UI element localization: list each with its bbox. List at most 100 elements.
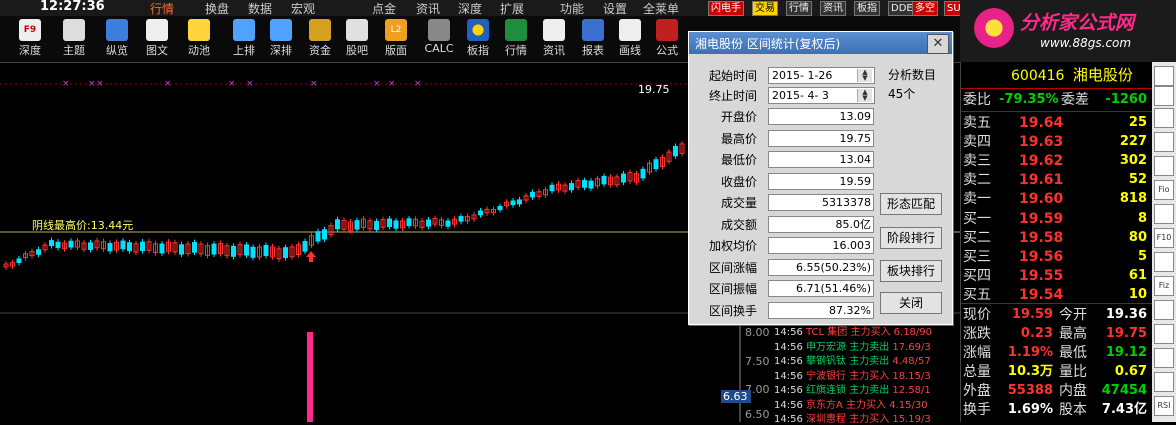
toolbar-report-button[interactable]: 报表: [575, 16, 611, 62]
toolbar-formula-button[interactable]: 公式: [649, 16, 685, 62]
tag-flash-trader[interactable]: 闪电手: [708, 1, 744, 16]
menu-item-switch[interactable]: 换盘: [205, 0, 229, 17]
stat-row: 换手 1.69% 股本 7.43亿: [963, 400, 1151, 420]
bid-row[interactable]: 买三 19.56 5: [963, 247, 1151, 267]
divider: [961, 88, 1153, 89]
menu-item-all[interactable]: 全莱单: [643, 0, 679, 17]
toolbar-pool-button[interactable]: 动池: [181, 16, 217, 62]
ask-row[interactable]: 卖一 19.60 818: [963, 189, 1151, 209]
trade-row[interactable]: 14:56 攀钢钒钛 主力卖出 4.48/57: [774, 352, 931, 367]
strip-tool-icon[interactable]: [1154, 300, 1174, 320]
bid-row[interactable]: 买四 19.55 61: [963, 266, 1151, 286]
strip-button[interactable]: Fiz: [1154, 276, 1174, 296]
book-volume: 5: [1137, 249, 1147, 264]
strip-tool-icon[interactable]: [1154, 252, 1174, 272]
toolbar-sector-index-button[interactable]: 板指: [460, 16, 496, 62]
candle: [374, 221, 379, 230]
ask-row[interactable]: 卖三 19.62 302: [963, 151, 1151, 171]
menu-item-macro[interactable]: 宏观: [291, 0, 315, 17]
trade-row[interactable]: 14:56 红旗连锁 主力卖出 12.58/1: [774, 381, 931, 396]
strip-tool-icon[interactable]: [1154, 324, 1174, 344]
menu-item-depth[interactable]: 深度: [458, 0, 482, 17]
tag-long-short[interactable]: 多空: [912, 1, 938, 16]
strip-button[interactable]: RSI: [1154, 396, 1174, 416]
trade-row[interactable]: 14:56 京东方A 主力买入 4.15/30: [774, 396, 928, 411]
strip-tool-icon[interactable]: [1154, 86, 1174, 106]
calculator-icon: [428, 19, 450, 41]
stat-value: 55388: [1007, 383, 1053, 398]
end-time-field[interactable]: 2015- 4- 3 ▲ ▼: [768, 87, 875, 104]
book-volume: 8: [1137, 211, 1147, 226]
close-button[interactable]: 关闭: [880, 292, 942, 314]
tag-quote[interactable]: 行情: [786, 1, 812, 16]
stage-rank-button[interactable]: 阶段排行: [880, 227, 942, 249]
candle: [588, 180, 594, 189]
spin-arrows-icon[interactable]: ▲ ▼: [857, 69, 872, 82]
trade-action: 主力卖出: [849, 385, 890, 396]
candle: [653, 159, 659, 170]
trade-row[interactable]: 14:56 深圳惠程 主力买入 15.19/3: [774, 410, 931, 425]
toolbar-news-button[interactable]: 资讯: [536, 16, 572, 62]
trade-row[interactable]: 14:56 宁波银行 主力买入 18.15/3: [774, 367, 931, 382]
trade-time: 14:56: [774, 356, 803, 367]
bid-row[interactable]: 买五 19.54 10: [963, 285, 1151, 305]
menu-item-settings[interactable]: 设置: [603, 0, 627, 17]
strip-button[interactable]: Fio: [1154, 180, 1174, 200]
dialog-close-icon[interactable]: ✕: [927, 34, 949, 54]
strip-tool-icon[interactable]: [1154, 156, 1174, 176]
candle: [263, 245, 269, 256]
toolbar-deep-rank-button[interactable]: 深排: [263, 16, 299, 62]
dialog-titlebar[interactable]: 湘电股份 区间统计(复权后) ✕: [689, 32, 952, 54]
strip-tool-icon[interactable]: [1154, 204, 1174, 224]
stat-label: 最高: [1059, 326, 1087, 342]
strip-tool-icon[interactable]: [1154, 372, 1174, 392]
trade-value: 15.19/3: [892, 414, 931, 425]
toolbar-forum-button[interactable]: 股吧: [339, 16, 375, 62]
tag-sector-index[interactable]: 板指: [854, 1, 880, 16]
menu-item-info[interactable]: 资讯: [416, 0, 440, 17]
count-value: 45个: [888, 87, 916, 101]
tag-info[interactable]: 资讯: [820, 1, 846, 16]
strip-tool-icon[interactable]: [1154, 132, 1174, 152]
trade-row[interactable]: 14:56 TCL 集团 主力买入 6.18/90: [774, 323, 932, 338]
menu-item-extend[interactable]: 扩展: [500, 0, 524, 17]
pattern-match-button[interactable]: 形态匹配: [880, 193, 942, 215]
toolbar-upward-rank-button[interactable]: 上排: [226, 16, 262, 62]
ask-row[interactable]: 卖二 19.61 52: [963, 170, 1151, 190]
count-label: 分析数目: [888, 68, 937, 82]
signal-marker: ×: [96, 79, 104, 89]
toolbar-layout-button[interactable]: L2 版面: [378, 16, 414, 62]
menu-item-function[interactable]: 功能: [560, 0, 584, 17]
candle: [55, 241, 61, 249]
sector-rank-button[interactable]: 板块排行: [880, 260, 942, 282]
strip-tool-icon[interactable]: [1154, 348, 1174, 368]
start-time-field[interactable]: 2015- 1-26 ▲ ▼: [768, 67, 875, 84]
toolbar-picture-text-button[interactable]: 图文: [139, 16, 175, 62]
stat-row: 涨幅 1.19% 最低 19.12: [963, 343, 1151, 363]
news-icon: [543, 19, 565, 41]
ask-row[interactable]: 卖五 19.64 25: [963, 113, 1151, 133]
tag-trade[interactable]: 交易: [752, 1, 778, 16]
spin-arrows-icon[interactable]: ▲ ▼: [857, 89, 872, 102]
stat-value: 0.23: [1020, 326, 1053, 341]
menu-item-data[interactable]: 数据: [248, 0, 272, 17]
menu-item-point-gold[interactable]: 点金: [372, 0, 396, 17]
toolbar-depth-button[interactable]: F9 深度: [12, 16, 48, 62]
toolbar-theme-button[interactable]: 主题: [56, 16, 92, 62]
toolbar-draw-line-button[interactable]: 画线: [612, 16, 648, 62]
strip-tool-icon[interactable]: [1154, 108, 1174, 128]
stock-name: 湘电股份: [1072, 66, 1133, 84]
toolbar-quote-button[interactable]: 行情: [498, 16, 534, 62]
bid-row[interactable]: 买一 19.59 8: [963, 209, 1151, 229]
toolbar-overview-button[interactable]: 纵览: [99, 16, 135, 62]
toolbar-funds-button[interactable]: 资金: [302, 16, 338, 62]
stat-label: 今开: [1059, 307, 1087, 323]
menu-item-quote[interactable]: 行情: [150, 0, 174, 17]
ask-row[interactable]: 卖四 19.63 227: [963, 132, 1151, 152]
strip-button[interactable]: F10: [1154, 228, 1174, 248]
toolbar-calc-button[interactable]: CALC: [421, 16, 457, 62]
strip-tool-icon[interactable]: [1154, 66, 1174, 86]
stat-label: 量比: [1059, 364, 1087, 380]
bid-row[interactable]: 买二 19.58 80: [963, 228, 1151, 248]
trade-row[interactable]: 14:56 申万宏源 主力卖出 17.69/3: [774, 338, 931, 353]
